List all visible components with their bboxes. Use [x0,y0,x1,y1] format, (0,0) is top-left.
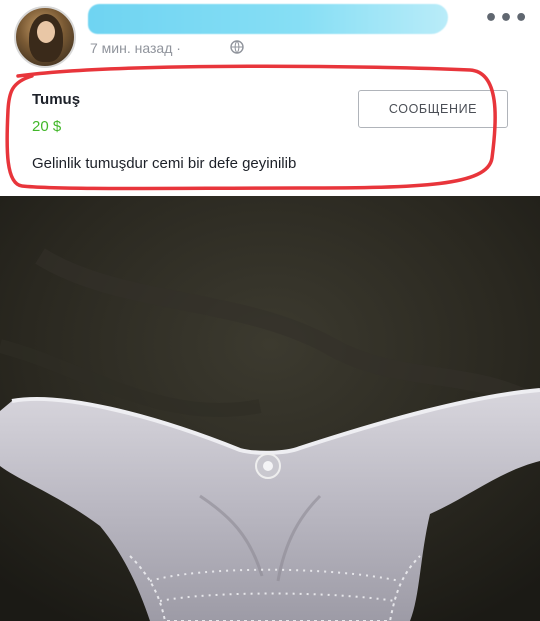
post-timestamp[interactable]: 7 мин. назад · [90,40,181,56]
avatar[interactable] [14,6,76,68]
author-name-redaction [88,4,448,34]
post-header: ••• 7 мин. назад · [0,0,540,70]
globe-icon [230,40,244,54]
avatar-face [37,21,55,43]
marketplace-listing: Tumuş 20 $ СООБЩЕНИЕ Gelinlik tumuşdur c… [0,68,540,196]
listing-description: Gelinlik tumuşdur cemi bir defe geyinili… [32,155,297,172]
listing-title: Tumuş [32,91,81,108]
listing-price: 20 $ [32,118,62,135]
message-button[interactable]: СООБЩЕНИЕ [358,90,508,128]
listing-photo[interactable] [0,196,540,621]
more-icon[interactable]: ••• [484,8,529,30]
